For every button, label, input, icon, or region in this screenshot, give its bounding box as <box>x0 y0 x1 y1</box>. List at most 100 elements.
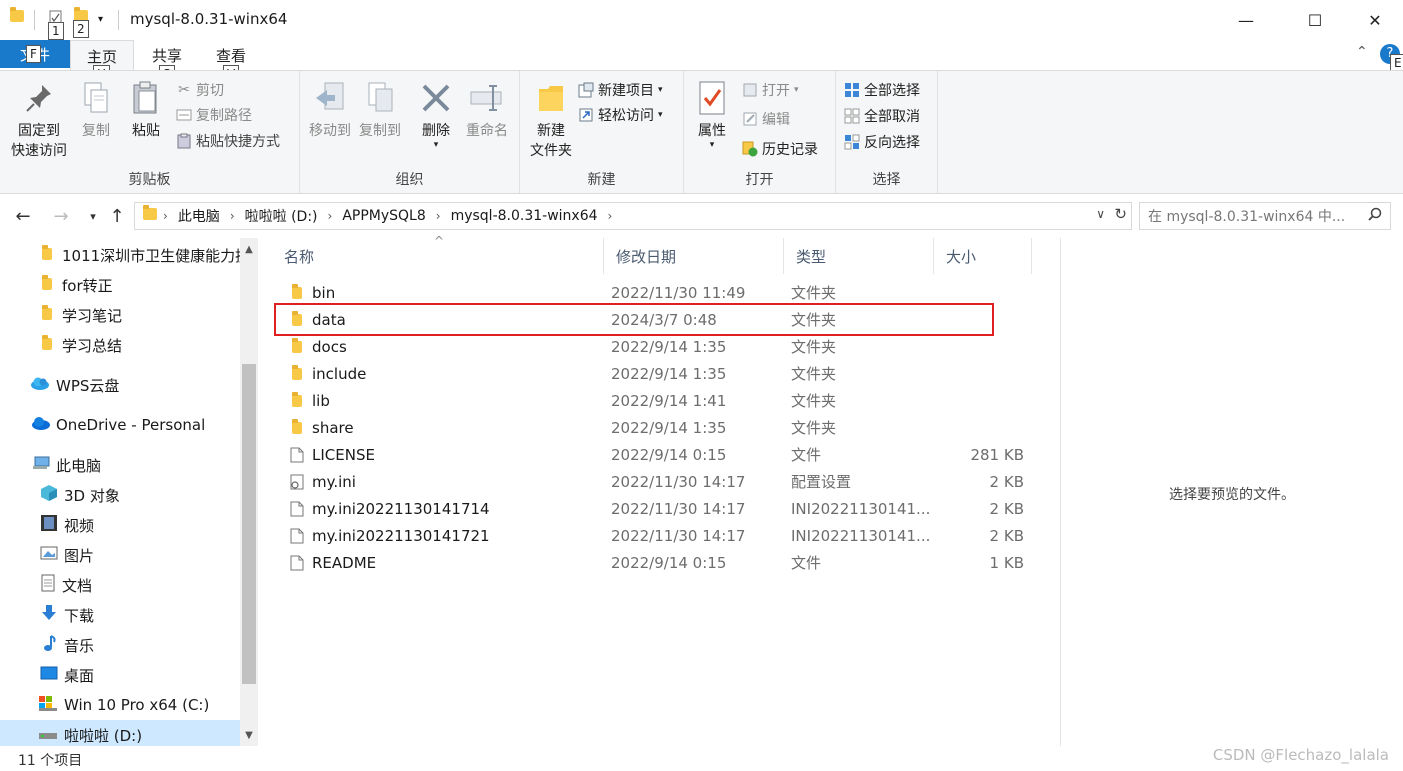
cut-button[interactable]: ✂ 剪切 <box>176 79 224 101</box>
tab-share-label: 共享 <box>152 47 183 65</box>
copy-button[interactable]: 复制 <box>76 77 116 141</box>
paste-button[interactable]: 粘贴 <box>126 77 166 141</box>
nav-item-folder-1011[interactable]: 1011深圳市卫生健康能力提 <box>0 240 240 270</box>
scissors-icon: ✂ <box>178 82 190 98</box>
search-input[interactable]: 在 mysql-8.0.31-winx64 中... <box>1139 202 1391 230</box>
column-header-size[interactable]: 大小 <box>934 238 1032 274</box>
pin-icon <box>21 77 57 119</box>
nav-item-wps-cloud[interactable]: WPS云盘 <box>0 370 240 400</box>
nav-item-this-pc[interactable]: 此电脑 <box>0 450 240 480</box>
select-all-button[interactable]: 全部选择 <box>844 79 920 101</box>
file-row-share[interactable]: share 2022/9/14 1:35 文件夹 <box>272 414 1032 441</box>
select-none-button[interactable]: 全部取消 <box>844 105 920 127</box>
file-row-bin[interactable]: bin 2022/11/30 11:49 文件夹 <box>272 279 1032 306</box>
chevron-right-icon[interactable]: › <box>224 209 241 223</box>
invert-selection-button[interactable]: 反向选择 <box>844 131 920 153</box>
file-row-include[interactable]: include 2022/9/14 1:35 文件夹 <box>272 360 1032 387</box>
delete-label: 删除 <box>422 123 450 139</box>
chevron-right-icon[interactable]: › <box>430 209 447 223</box>
file-row-my-ini20221130141721[interactable]: my.ini20221130141721 2022/11/30 14:17 INI2… <box>272 522 1032 549</box>
nav-item-drive-c[interactable]: Win 10 Pro x64 (C:) <box>0 690 240 720</box>
nav-item-onedrive[interactable]: OneDrive - Personal <box>0 410 240 440</box>
collapse-ribbon-chevron-icon[interactable]: ⌃ <box>1356 44 1368 60</box>
recent-locations-chevron-icon[interactable]: ▾ <box>82 204 104 228</box>
edit-button[interactable]: 编辑 <box>742 108 790 130</box>
nav-item-documents[interactable]: 文档 <box>0 570 240 600</box>
folder-icon <box>288 284 306 302</box>
new-folder-button[interactable]: 新建 文件夹 <box>524 77 578 161</box>
nav-pane-scrollbar[interactable]: ▲ ▼ <box>240 238 258 746</box>
chevron-right-icon[interactable]: › <box>322 209 339 223</box>
address-bar[interactable]: › 此电脑 › 啦啦啦 (D:) › APPMySQL8 › mysql-8.0… <box>134 202 1132 230</box>
move-to-button[interactable]: 移动到 <box>306 77 354 141</box>
customize-toolbar-chevron-icon[interactable]: ▾ <box>98 14 116 30</box>
nav-item-music[interactable]: 音乐 <box>0 630 240 660</box>
breadcrumb-appmysql8[interactable]: APPMySQL8 <box>338 208 429 224</box>
pin-to-quick-access-button[interactable]: 固定到 快速访问 <box>6 77 72 161</box>
file-size <box>933 333 1024 360</box>
copy-path-label: 复制路径 <box>196 108 252 124</box>
file-row-my-ini[interactable]: my.ini 2022/11/30 14:17 配置设置 2 KB <box>272 468 1032 495</box>
up-arrow-icon[interactable]: ↑ <box>106 204 128 228</box>
delete-x-icon <box>418 77 454 119</box>
chevron-right-icon[interactable]: › <box>602 209 619 223</box>
history-button[interactable]: 历史记录 <box>742 138 818 160</box>
refresh-icon[interactable]: ↻ <box>1114 205 1127 223</box>
search-icon <box>1368 207 1382 225</box>
file-row-docs[interactable]: docs 2022/9/14 1:35 文件夹 <box>272 333 1032 360</box>
file-row-lib[interactable]: lib 2022/9/14 1:41 文件夹 <box>272 387 1032 414</box>
nav-item-folder-study-summary[interactable]: 学习总结 <box>0 330 240 360</box>
column-header-date[interactable]: 修改日期 <box>604 238 784 274</box>
nav-item-videos[interactable]: 视频 <box>0 510 240 540</box>
scrollbar-thumb[interactable] <box>242 364 256 684</box>
nav-item-label: OneDrive - Personal <box>56 416 206 434</box>
copy-icon <box>78 77 114 119</box>
forward-arrow-icon[interactable]: → <box>50 204 72 228</box>
nav-item-desktop[interactable]: 桌面 <box>0 660 240 690</box>
nav-item-pictures[interactable]: 图片 <box>0 540 240 570</box>
new-item-button[interactable]: 新建项目 ▾ <box>578 79 663 101</box>
paste-shortcut-button[interactable]: 粘贴快捷方式 <box>176 130 280 152</box>
open-button[interactable]: 打开 ▾ <box>742 79 799 101</box>
keytip-2: 2 <box>73 20 89 38</box>
folder-icon <box>10 7 28 26</box>
minimize-button[interactable]: — <box>1223 0 1269 40</box>
column-header-type[interactable]: 类型 <box>784 238 934 274</box>
open-group-label: 打开 <box>745 172 774 188</box>
nav-item-folder-study-notes[interactable]: 学习笔记 <box>0 300 240 330</box>
nav-item-3d-objects[interactable]: 3D 对象 <box>0 480 240 510</box>
nav-item-label: 文档 <box>62 576 93 595</box>
file-type: INI20221130141... <box>791 499 931 518</box>
file-modified-date: 2022/11/30 14:17 <box>611 499 746 518</box>
address-dropdown-chevron-icon[interactable]: ∨ <box>1096 207 1105 221</box>
copy-path-button[interactable]: 复制路径 <box>176 104 252 126</box>
maximize-button[interactable]: ☐ <box>1292 0 1338 40</box>
scroll-up-chevron-icon[interactable]: ▲ <box>240 240 258 258</box>
file-list: ^ 名称 修改日期 类型 大小 bin 2022/11/30 11:49 文件夹 da… <box>272 234 1060 746</box>
properties-button[interactable]: 属性 ▾ <box>690 77 734 150</box>
rename-button[interactable]: 重命名 <box>462 77 512 141</box>
nav-item-downloads[interactable]: 下载 <box>0 600 240 630</box>
ribbon-tabs: 文件 F 主页 H 共享 S 查看 V ⌃ ? E <box>0 40 1403 83</box>
nav-item-drive-d[interactable]: 啦啦啦 (D:) <box>0 720 240 746</box>
delete-button[interactable]: 删除 ▾ <box>416 77 456 150</box>
file-type: 文件夹 <box>791 392 837 410</box>
file-modified-date: 2022/9/14 1:35 <box>611 364 727 383</box>
breadcrumb-this-pc[interactable]: 此电脑 <box>174 206 224 226</box>
file-row-license[interactable]: LICENSE 2022/9/14 0:15 文件 281 KB <box>272 441 1032 468</box>
paste-label: 粘贴 <box>132 123 160 139</box>
breadcrumb-drive-d[interactable]: 啦啦啦 (D:) <box>241 206 322 226</box>
close-button[interactable]: ✕ <box>1352 0 1398 40</box>
back-arrow-icon[interactable]: ← <box>12 204 34 228</box>
file-row-readme[interactable]: README 2022/9/14 0:15 文件 1 KB <box>272 549 1032 576</box>
nav-item-folder-for-zhuanzheng[interactable]: for转正 <box>0 270 240 300</box>
watermark-text: CSDN @Flechazo_lalala <box>1212 746 1389 764</box>
column-header-name[interactable]: 名称 <box>272 238 604 274</box>
breadcrumb-mysql-folder[interactable]: mysql-8.0.31-winx64 <box>447 208 602 224</box>
column-type-label: 类型 <box>796 247 827 266</box>
scroll-down-chevron-icon[interactable]: ▼ <box>240 726 258 744</box>
easy-access-button[interactable]: 轻松访问 ▾ <box>578 104 663 126</box>
select-none-icon <box>844 108 860 124</box>
file-row-my-ini20221130141714[interactable]: my.ini20221130141714 2022/11/30 14:17 INI2… <box>272 495 1032 522</box>
copy-to-button[interactable]: 复制到 <box>356 77 404 141</box>
